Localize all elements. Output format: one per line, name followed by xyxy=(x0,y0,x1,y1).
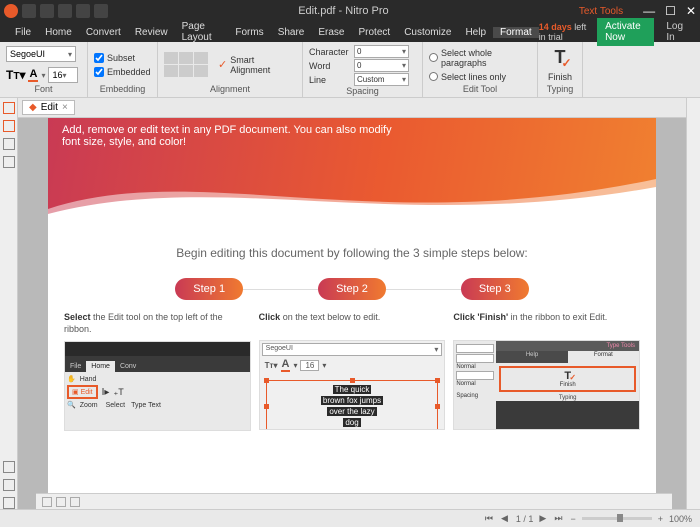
document-tab-icon: ◆ xyxy=(29,102,37,113)
step3-thumbnail: Normal Normal Spacing Type Tools HelpFor… xyxy=(453,340,640,430)
page-nav-next-icon[interactable]: ▶ xyxy=(539,513,548,524)
step1-pill: Step 1 xyxy=(175,278,243,300)
activate-button[interactable]: Activate Now xyxy=(597,18,654,46)
page-nav-prev-icon[interactable]: ◀ xyxy=(501,513,510,524)
step-connector xyxy=(386,289,461,290)
qat-save-icon[interactable] xyxy=(40,4,54,18)
panel-bookmarks-icon[interactable] xyxy=(3,120,15,132)
step1-thumbnail: FileHomeConv ✋Hand ▣ EditI▸₊T 🔍ZoomSelec… xyxy=(64,341,251,431)
panel-signatures-icon[interactable] xyxy=(3,461,15,473)
qat-print-icon[interactable] xyxy=(58,4,72,18)
page-nav-first-icon[interactable]: ⏮ xyxy=(485,513,495,524)
qat-redo-icon[interactable] xyxy=(94,4,108,18)
menu-protect[interactable]: Protect xyxy=(352,27,398,38)
view-facing-icon[interactable] xyxy=(70,497,80,507)
smart-alignment-toggle[interactable]: Smart Alignment xyxy=(230,55,296,75)
menu-format[interactable]: Format xyxy=(493,27,539,38)
line-spacing-input[interactable]: Custom▾ xyxy=(354,73,409,86)
step2-thumbnail: SegoeUI▾ Tᴛ▾A▾ 16▾ The quick brown fox j… xyxy=(259,340,446,430)
font-style-icon[interactable]: TT▾ xyxy=(6,68,25,82)
login-button[interactable]: Log In xyxy=(660,21,692,43)
step2-caption: Click on the text below to edit. xyxy=(259,312,446,334)
close-tab-icon[interactable]: × xyxy=(62,102,68,113)
embedded-checkbox[interactable]: Embedded xyxy=(94,67,151,77)
qat-open-icon[interactable] xyxy=(22,4,36,18)
font-size-select[interactable]: 16▾ xyxy=(48,67,78,83)
finish-button[interactable]: T Finish xyxy=(544,45,576,84)
zoom-out-icon[interactable]: − xyxy=(570,514,575,524)
edit-tool-highlight: ▣ Edit xyxy=(67,385,98,399)
menu-customize[interactable]: Customize xyxy=(397,27,458,38)
group-label-font: Font xyxy=(6,84,81,96)
hero-wave-graphic xyxy=(48,169,656,219)
menu-pagelayout[interactable]: Page Layout xyxy=(175,21,229,43)
panel-attachments-icon[interactable] xyxy=(3,156,15,168)
group-label-spacing: Spacing xyxy=(309,86,416,96)
menu-help[interactable]: Help xyxy=(458,27,493,38)
page-indicator: 1 / 1 xyxy=(516,514,534,524)
check-icon: ✓ xyxy=(218,58,227,71)
view-single-icon[interactable] xyxy=(42,497,52,507)
panel-comments-icon[interactable] xyxy=(3,479,15,491)
finish-icon: T xyxy=(555,47,566,68)
menu-erase[interactable]: Erase xyxy=(311,27,351,38)
menu-file[interactable]: File xyxy=(8,27,38,38)
step2-pill: Step 2 xyxy=(318,278,386,300)
hero-line1: Add, remove or edit text in any PDF docu… xyxy=(62,124,642,136)
menu-review[interactable]: Review xyxy=(128,27,175,38)
group-label-typing: Typing xyxy=(544,84,576,96)
step-connector xyxy=(243,289,318,290)
alignment-grid[interactable] xyxy=(164,52,208,77)
view-continuous-icon[interactable] xyxy=(56,497,66,507)
qat-undo-icon[interactable] xyxy=(76,4,90,18)
app-logo xyxy=(4,4,18,18)
maximize-icon[interactable]: ☐ xyxy=(665,4,676,18)
font-family-select[interactable]: SegoeUI▾ xyxy=(6,46,76,62)
page-nav-last-icon[interactable]: ⏭ xyxy=(554,513,564,524)
panel-output-icon[interactable] xyxy=(3,497,15,509)
window-title: Edit.pdf - Nitro Pro xyxy=(108,5,579,17)
intro-text: Begin editing this document by following… xyxy=(48,246,656,260)
group-label-alignment: Alignment xyxy=(164,84,296,96)
select-paragraphs-radio[interactable]: Select whole paragraphs xyxy=(429,48,531,68)
menu-convert[interactable]: Convert xyxy=(79,27,128,38)
subset-checkbox[interactable]: Subset xyxy=(94,53,135,63)
word-spacing-input[interactable]: 0▾ xyxy=(354,59,409,72)
zoom-in-icon[interactable]: + xyxy=(658,514,663,524)
editable-text-box[interactable]: The quick brown fox jumps over the lazy … xyxy=(266,380,439,430)
step1-caption: Select the Edit tool on the top left of … xyxy=(64,312,251,335)
step3-caption: Click 'Finish' in the ribbon to exit Edi… xyxy=(453,312,640,334)
document-tab[interactable]: ◆ Edit × xyxy=(22,100,75,115)
trial-status: 14 days left in trial xyxy=(539,22,591,42)
close-icon[interactable]: ✕ xyxy=(686,4,696,18)
panel-layers-icon[interactable] xyxy=(3,138,15,150)
contextual-tab-label: Text Tools xyxy=(579,6,623,17)
character-spacing-input[interactable]: 0▾ xyxy=(354,45,409,58)
left-panel-toolbar xyxy=(0,98,18,509)
group-label-embedding: Embedding xyxy=(94,84,151,96)
menu-share[interactable]: Share xyxy=(271,27,312,38)
panel-pages-icon[interactable] xyxy=(3,102,15,114)
zoom-level: 100% xyxy=(669,514,692,524)
menu-home[interactable]: Home xyxy=(38,27,79,38)
vertical-scrollbar[interactable] xyxy=(686,98,700,509)
hero-line2: font size, style, and color! xyxy=(62,136,642,148)
minimize-icon[interactable]: — xyxy=(643,4,655,18)
menu-forms[interactable]: Forms xyxy=(228,27,270,38)
zoom-slider[interactable] xyxy=(582,517,652,520)
select-lines-radio[interactable]: Select lines only xyxy=(429,72,531,82)
finish-button-highlight: T Finish xyxy=(499,366,636,392)
step3-pill: Step 3 xyxy=(461,278,529,300)
group-label-edittool: Edit Tool xyxy=(429,84,531,96)
font-color-icon[interactable]: A xyxy=(28,68,38,82)
